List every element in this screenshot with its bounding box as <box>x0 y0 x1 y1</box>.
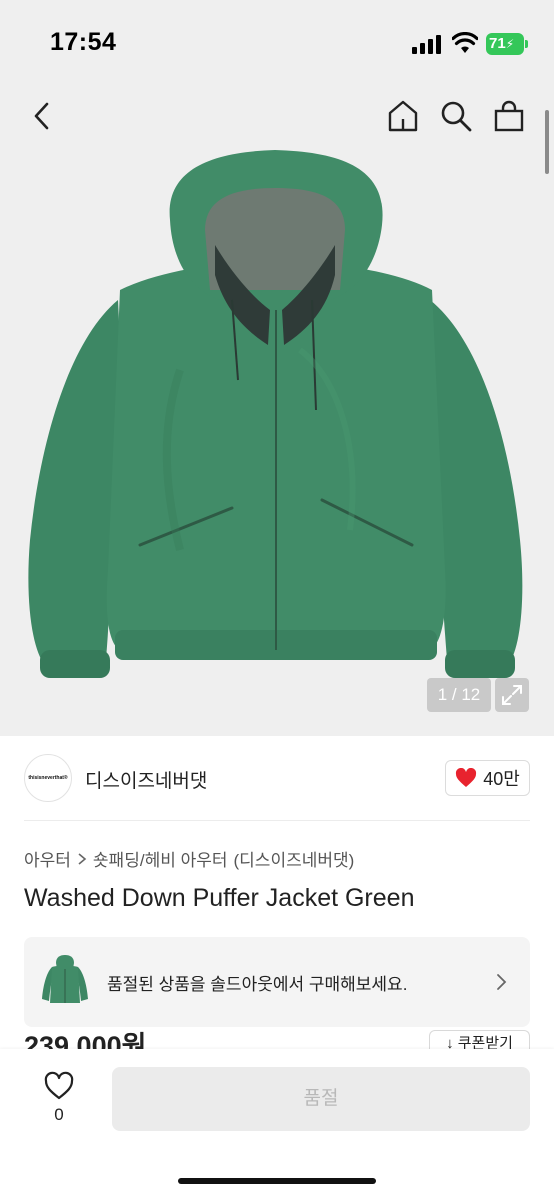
banner-text: 품절된 상품을 솔드아웃에서 구매해보세요. <box>107 975 408 994</box>
bag-button[interactable] <box>489 96 529 136</box>
brand-like-count: 40만 <box>483 769 520 789</box>
divider <box>24 820 530 821</box>
status-time: 17:54 <box>50 28 117 56</box>
breadcrumb-subcategory[interactable]: 숏패딩/헤비 아우터 <box>93 846 228 871</box>
wish-count: 0 <box>54 1105 64 1124</box>
banner-product-thumbnail <box>42 955 88 1003</box>
home-indicator <box>178 1178 376 1184</box>
heart-icon <box>456 768 477 787</box>
scroll-indicator[interactable] <box>545 110 549 174</box>
image-counter: 1 / 12 <box>427 678 491 712</box>
back-icon <box>34 102 49 130</box>
expand-button[interactable] <box>495 678 529 712</box>
coupon-button[interactable]: ↓ 쿠폰받기 <box>429 1030 530 1050</box>
chevron-right-icon <box>78 852 87 865</box>
battery-icon: 71⚡ <box>486 33 524 55</box>
breadcrumb-brand[interactable]: (디스이즈네버댓) <box>234 846 355 871</box>
product-image-gallery[interactable]: 1 / 12 <box>0 150 554 736</box>
brand-like-button[interactable]: 40만 <box>445 760 530 796</box>
chevron-right-icon <box>497 974 507 990</box>
search-button[interactable] <box>436 96 476 136</box>
breadcrumb: 아우터 숏패딩/헤비 아우터 (디스이즈네버댓) <box>24 846 354 871</box>
soldout-banner[interactable]: 품절된 상품을 솔드아웃에서 구매해보세요. <box>24 937 530 1027</box>
search-icon <box>441 101 472 132</box>
bag-icon <box>494 100 524 132</box>
battery-level: 71 <box>489 35 506 52</box>
brand-name[interactable]: 디스이즈네버댓 <box>85 766 207 793</box>
brand-row[interactable]: thisisneverthat® 디스이즈네버댓 40만 <box>0 752 554 804</box>
expand-icon <box>502 685 522 705</box>
signal-icon <box>412 34 444 54</box>
status-bar: 17:54 71⚡ <box>0 0 554 88</box>
brand-logo[interactable]: thisisneverthat® <box>24 754 72 802</box>
product-title: Washed Down Puffer Jacket Green <box>24 884 415 912</box>
breadcrumb-category[interactable]: 아우터 <box>24 846 71 871</box>
home-icon <box>388 100 418 132</box>
back-button[interactable] <box>22 96 62 136</box>
bottom-action-bar: 0 품절 <box>0 1049 554 1200</box>
home-button[interactable] <box>383 96 423 136</box>
soldout-button[interactable]: 품절 <box>112 1067 530 1131</box>
wish-heart-icon[interactable] <box>43 1071 75 1101</box>
nav-bar <box>0 88 554 150</box>
product-image <box>28 150 523 678</box>
product-price: 239,000원 <box>24 1031 147 1049</box>
wifi-icon <box>452 32 478 53</box>
